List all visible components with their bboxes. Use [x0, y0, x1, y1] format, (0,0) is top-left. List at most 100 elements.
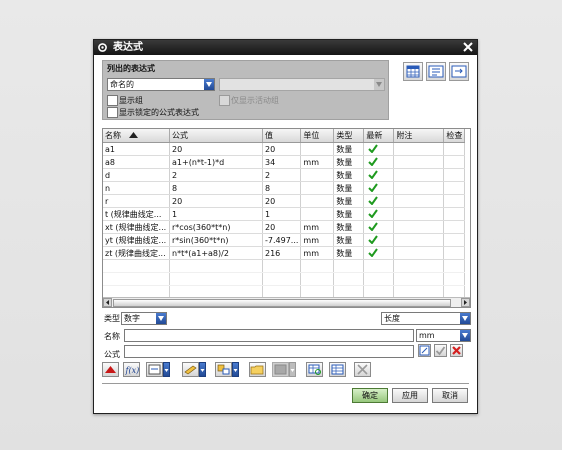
cell-formula: a1+(n*t-1)*d	[169, 155, 263, 169]
empty-cell	[443, 272, 466, 286]
unit-select[interactable]: mm	[416, 329, 471, 342]
reject-edit-button[interactable]	[450, 344, 463, 357]
show-locked-checkbox[interactable]	[107, 107, 118, 118]
link-expression-button[interactable]	[215, 362, 232, 377]
spreadsheet-icon	[406, 65, 420, 78]
cell-unit	[300, 181, 335, 195]
scroll-left-icon[interactable]	[103, 298, 112, 307]
scrollbar-thumb[interactable]	[113, 299, 451, 307]
cell-value: 8	[262, 181, 302, 195]
column-header-unit[interactable]: 单位	[300, 129, 335, 143]
svg-text:f(x): f(x)	[125, 366, 140, 375]
listing-filter-select[interactable]: 命名的	[107, 78, 215, 91]
title-bar[interactable]: 表达式	[94, 40, 477, 55]
apply-button[interactable]: 应用	[392, 388, 428, 403]
reference-button[interactable]	[182, 362, 199, 377]
table-row[interactable]: r 20 20 数量	[103, 194, 466, 208]
gear-icon[interactable]	[97, 42, 108, 53]
formula-edit-button[interactable]	[418, 344, 431, 357]
dimension-select[interactable]: 长度	[381, 312, 471, 325]
table-row[interactable]: n 8 8 数量	[103, 181, 466, 195]
table-row[interactable]: t (规律曲线定... 1 1 数量	[103, 207, 466, 221]
table-row[interactable]: yt (规律曲线定... r*sin(360*t*n) -7.497... mm 数量	[103, 233, 466, 247]
checkmark-icon	[368, 208, 379, 219]
delete-button[interactable]	[354, 362, 371, 377]
column-header-note[interactable]: 附注	[393, 129, 445, 143]
spreadsheet-edit-button[interactable]	[403, 62, 423, 81]
cell-formula: 20	[169, 142, 263, 156]
cell-uptodate	[363, 207, 395, 221]
empty-cell	[103, 272, 170, 286]
active-group-only-checkbox[interactable]	[219, 95, 230, 106]
column-header-uptodate[interactable]: 最新	[363, 129, 395, 143]
cancel-button[interactable]: 取消	[432, 388, 468, 403]
cell-name: a8	[103, 155, 170, 169]
export-table-button[interactable]	[329, 362, 346, 377]
cell-name: xt (规律曲线定...	[103, 220, 170, 234]
secondary-filter-select[interactable]	[219, 78, 385, 91]
close-icon[interactable]	[462, 41, 474, 53]
cell-formula: r*cos(360*t*n)	[169, 220, 263, 234]
type-select[interactable]: 数字	[121, 312, 167, 325]
open-file-button[interactable]	[249, 362, 266, 377]
table-row[interactable]: a8 a1+(n*t-1)*d 34 mm 数量	[103, 155, 466, 169]
accept-edit-button[interactable]	[434, 344, 447, 357]
cell-uptodate	[363, 168, 395, 182]
cell-type: 数量	[333, 194, 365, 208]
chevron-down-icon[interactable]	[204, 79, 214, 90]
collapse-button[interactable]	[102, 362, 119, 377]
cell-note	[393, 233, 445, 247]
measure-button[interactable]	[146, 362, 163, 377]
cell-formula: 2	[169, 168, 263, 182]
cell-value: 20	[262, 220, 302, 234]
table-row[interactable]: zt (规律曲线定... n*t*(a1+a8)/2 216 mm 数量	[103, 246, 466, 260]
disabled-box-button[interactable]	[272, 362, 289, 377]
empty-cell	[300, 272, 335, 286]
cell-note	[393, 142, 445, 156]
formula-input[interactable]	[124, 345, 414, 358]
checkmark-icon	[368, 182, 379, 193]
table-row[interactable]: a1 20 20 数量	[103, 142, 466, 156]
name-input[interactable]	[124, 329, 414, 342]
column-header-type[interactable]: 类型	[333, 129, 365, 143]
cell-unit: mm	[300, 155, 335, 169]
import-expressions-button[interactable]	[426, 62, 446, 81]
cell-type: 数量	[333, 181, 365, 195]
measure-dropdown[interactable]	[163, 362, 170, 377]
cell-value: 34	[262, 155, 302, 169]
column-header-name[interactable]: 名称	[103, 129, 170, 143]
chevron-down-icon[interactable]	[460, 330, 470, 341]
empty-cell	[393, 272, 445, 286]
expressions-table-body: a1 20 20 数量 a8 a1+(n*t-1)*d 34 mm 数量 d 2 2 数量 n 8 8 数量 r 2…	[103, 142, 466, 307]
disabled-box-dropdown[interactable]	[289, 362, 296, 377]
chevron-down-icon[interactable]	[374, 79, 384, 90]
cell-formula: 20	[169, 194, 263, 208]
ok-button[interactable]: 确定	[352, 388, 388, 403]
link-expression-dropdown[interactable]	[232, 362, 239, 377]
column-header-check[interactable]: 检查	[443, 129, 466, 143]
chevron-down-icon[interactable]	[156, 313, 166, 324]
table-row[interactable]: xt (规律曲线定... r*cos(360*t*n) 20 mm 数量	[103, 220, 466, 234]
table-row[interactable]: d 2 2 数量	[103, 168, 466, 182]
listing-filter-value: 命名的	[110, 80, 134, 89]
cell-name: zt (规律曲线定...	[103, 246, 170, 260]
refresh-table-button[interactable]	[306, 362, 323, 377]
horizontal-scrollbar[interactable]	[103, 297, 470, 307]
cell-name: yt (规律曲线定...	[103, 233, 170, 247]
cell-value: 216	[262, 246, 302, 260]
export-expressions-button[interactable]	[449, 62, 469, 81]
show-groups-checkbox[interactable]	[107, 95, 118, 106]
cell-note	[393, 246, 445, 260]
group-title: 列出的表达式	[107, 64, 155, 73]
cell-note	[393, 155, 445, 169]
chevron-down-icon[interactable]	[460, 313, 470, 324]
column-header-formula[interactable]: 公式	[169, 129, 263, 143]
function-button[interactable]: f(x)	[123, 362, 140, 377]
column-header-value[interactable]: 值	[262, 129, 302, 143]
cell-formula: n*t*(a1+a8)/2	[169, 246, 263, 260]
scroll-right-icon[interactable]	[461, 298, 470, 307]
reference-dropdown[interactable]	[199, 362, 206, 377]
empty-cell	[333, 272, 365, 286]
folder-open-icon	[250, 365, 264, 375]
type-label: 类型	[104, 314, 120, 323]
